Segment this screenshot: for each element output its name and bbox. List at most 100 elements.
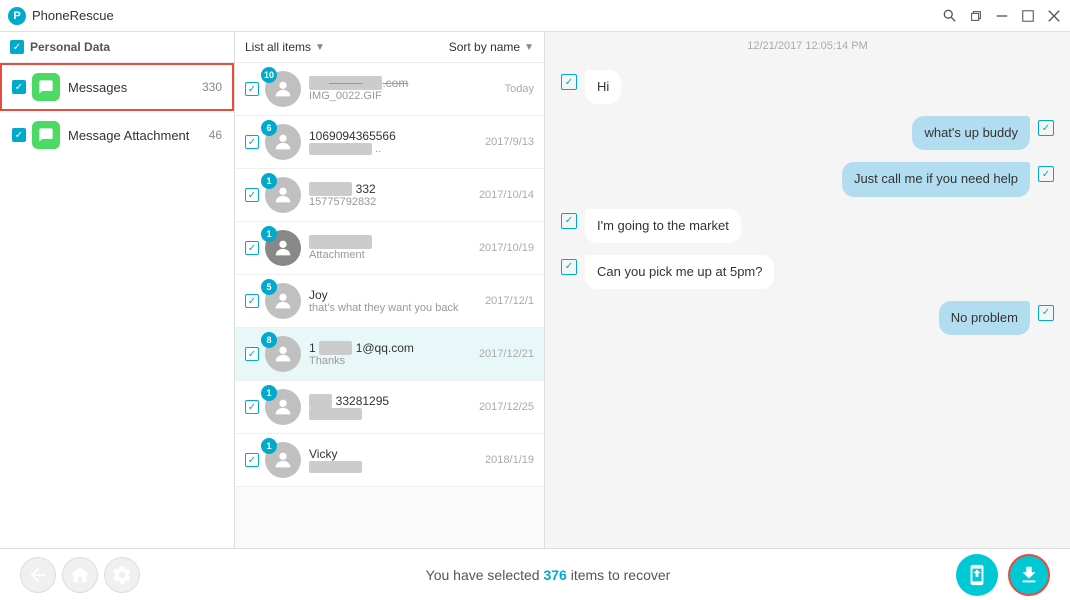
chat-panel: 12/21/2017 12:05:14 PM Hi what's up budd…: [545, 32, 1070, 548]
contact-date: 2017/9/13: [485, 136, 534, 148]
contact-checkbox[interactable]: [245, 135, 259, 149]
home-button[interactable]: [62, 557, 98, 593]
close-button[interactable]: [1046, 8, 1062, 24]
message-row: Hi: [561, 70, 1054, 104]
message-checkbox[interactable]: [561, 74, 577, 90]
list-item[interactable]: 1 Vicky 2018/1/19: [235, 434, 544, 487]
message-checkbox[interactable]: [1038, 166, 1054, 182]
list-item[interactable]: 1 332 15775792832 2017/10/14: [235, 169, 544, 222]
bottom-actions: [956, 554, 1050, 596]
contact-sub: IMG_0022.GIF: [309, 90, 505, 102]
status-text: You have selected 376 items to recover: [426, 567, 671, 583]
contact-badge: 6: [261, 120, 277, 136]
contact-info: 1069094365566 ..: [309, 129, 485, 155]
messages-label: Messages: [68, 80, 202, 95]
filter-dropdown[interactable]: List all items ▼: [245, 40, 325, 54]
message-checkbox[interactable]: [561, 259, 577, 275]
messages-count: 330: [202, 80, 222, 94]
contact-checkbox[interactable]: [245, 188, 259, 202]
filter-arrow-icon: ▼: [315, 42, 325, 53]
personal-data-label: Personal Data: [30, 40, 110, 54]
contact-badge: 1: [261, 385, 277, 401]
list-item[interactable]: 1 Attachment 2017/10/19: [235, 222, 544, 275]
list-item[interactable]: 8 1 1@qq.com Thanks 2017/12/21: [235, 328, 544, 381]
contact-name: Joy: [309, 288, 485, 302]
message-row: Can you pick me up at 5pm?: [561, 255, 1054, 289]
contact-name: [309, 235, 479, 249]
message-bubble: Hi: [585, 70, 621, 104]
contact-info: 1 1@qq.com Thanks: [309, 341, 479, 367]
contact-name: 332: [309, 182, 479, 196]
app-icon: P: [8, 7, 26, 25]
list-header: List all items ▼ Sort by name ▼: [235, 32, 544, 63]
sort-dropdown[interactable]: Sort by name ▼: [449, 40, 534, 54]
message-checkbox[interactable]: [561, 213, 577, 229]
list-item[interactable]: 5 Joy that's what they want you back 201…: [235, 275, 544, 328]
contact-avatar-wrap: 5: [265, 283, 301, 319]
transfer-button[interactable]: [956, 554, 998, 596]
contact-info: Attachment: [309, 235, 479, 261]
contact-sub: that's what they want you back: [309, 302, 485, 314]
contact-date: 2017/12/21: [479, 348, 534, 360]
status-prefix: You have selected: [426, 567, 544, 583]
maximize-button[interactable]: [1020, 8, 1036, 24]
attachment-count: 46: [209, 128, 222, 142]
contact-date: 2017/10/19: [479, 242, 534, 254]
contact-badge: 1: [261, 226, 277, 242]
contact-list-panel: List all items ▼ Sort by name ▼ 10: [235, 32, 545, 548]
search-button[interactable]: [942, 8, 958, 24]
sort-label: Sort by name: [449, 40, 520, 54]
messages-checkbox[interactable]: [12, 80, 26, 94]
attachment-label: Message Attachment: [68, 128, 209, 143]
app-title: PhoneRescue: [32, 8, 114, 23]
contact-checkbox[interactable]: [245, 241, 259, 255]
contact-sub: ..: [309, 143, 485, 155]
contact-sub: 15775792832: [309, 196, 479, 208]
contact-badge: 1: [261, 173, 277, 189]
restore-button[interactable]: [968, 8, 984, 24]
sidebar: Personal Data Messages 330 Message Attac…: [0, 32, 235, 548]
messages-icon: [32, 73, 60, 101]
contact-info: 332 15775792832: [309, 182, 479, 208]
contact-checkbox[interactable]: [245, 453, 259, 467]
list-item[interactable]: 10 .com IMG_0022.GIF Today: [235, 63, 544, 116]
contact-name: 33281295: [309, 394, 479, 408]
contact-checkbox[interactable]: [245, 400, 259, 414]
contact-avatar-wrap: 6: [265, 124, 301, 160]
contact-date: 2017/10/14: [479, 189, 534, 201]
message-checkbox[interactable]: [1038, 120, 1054, 136]
sidebar-item-attachment[interactable]: Message Attachment 46: [0, 111, 234, 159]
settings-button[interactable]: [104, 557, 140, 593]
minimize-button[interactable]: [994, 8, 1010, 24]
recover-button[interactable]: [1008, 554, 1050, 596]
sidebar-item-messages[interactable]: Messages 330: [0, 63, 234, 111]
message-bubble: Can you pick me up at 5pm?: [585, 255, 774, 289]
status-count: 376: [543, 567, 566, 583]
bottom-bar: You have selected 376 items to recover: [0, 548, 1070, 600]
contact-checkbox[interactable]: [245, 82, 259, 96]
attachment-icon: [32, 121, 60, 149]
attachment-checkbox[interactable]: [12, 128, 26, 142]
contact-avatar-wrap: 8: [265, 336, 301, 372]
contact-badge: 10: [261, 67, 277, 83]
titlebar-controls: [942, 8, 1062, 24]
back-button[interactable]: [20, 557, 56, 593]
contact-info: Joy that's what they want you back: [309, 288, 485, 314]
contact-name: .com: [309, 76, 505, 90]
message-checkbox[interactable]: [1038, 305, 1054, 321]
chat-messages: Hi what's up buddy Just call me if you n…: [545, 60, 1070, 548]
status-suffix: items to recover: [567, 567, 670, 583]
list-item[interactable]: 1 33281295 2017/12/25: [235, 381, 544, 434]
contact-date: 2018/1/19: [485, 454, 534, 466]
contact-name: 1069094365566: [309, 129, 485, 143]
contact-sub: Attachment: [309, 249, 479, 261]
message-row: Just call me if you need help: [561, 162, 1054, 196]
message-bubble: I'm going to the market: [585, 209, 741, 243]
personal-data-checkbox[interactable]: [10, 40, 24, 54]
contact-checkbox[interactable]: [245, 347, 259, 361]
message-row: I'm going to the market: [561, 209, 1054, 243]
contact-checkbox[interactable]: [245, 294, 259, 308]
list-item[interactable]: 6 1069094365566 .. 2017/9/13: [235, 116, 544, 169]
contact-name: Vicky: [309, 447, 485, 461]
sidebar-header: Personal Data: [0, 32, 234, 63]
